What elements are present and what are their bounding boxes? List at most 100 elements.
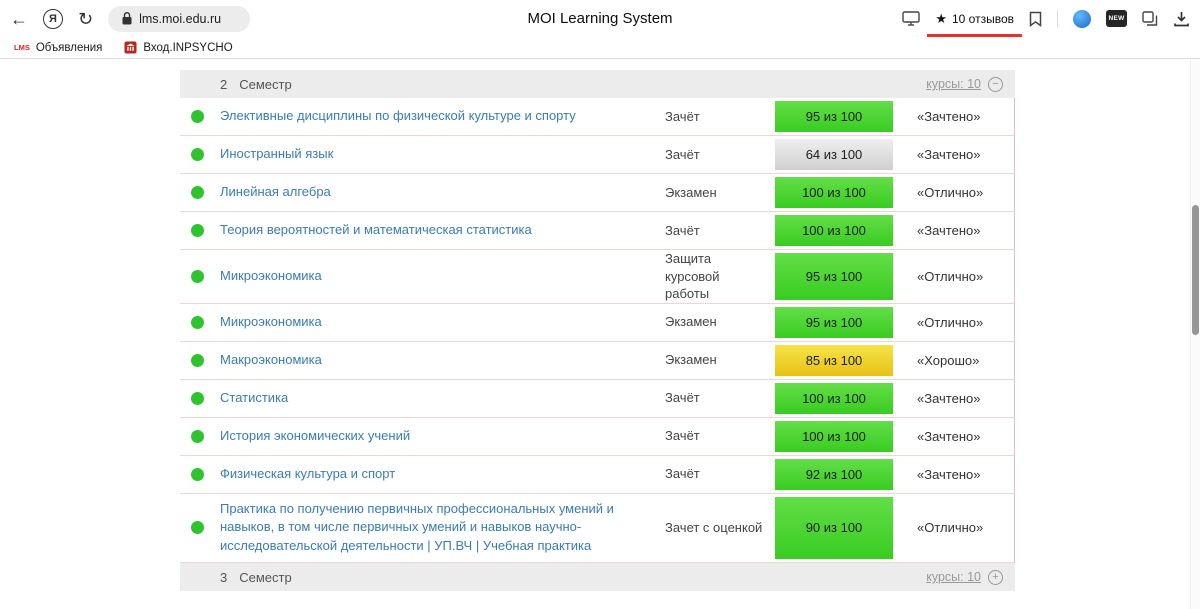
collapse-icon[interactable]: − bbox=[988, 77, 1003, 92]
lms-favicon: LMS bbox=[14, 43, 30, 52]
semester-number: 3 bbox=[220, 570, 227, 585]
grade-text: «Зачтено» bbox=[905, 429, 1014, 444]
status-dot-cell bbox=[180, 110, 220, 123]
reviews-rating[interactable]: ★ 10 отзывов bbox=[935, 11, 1014, 27]
semester-header: 2 Семестр курсы: 10 − bbox=[180, 70, 1015, 98]
table-row: Линейная алгебра Экзамен 100 из 100 «Отл… bbox=[180, 174, 1015, 212]
score-cell: 100 из 100 bbox=[775, 380, 905, 417]
course-link[interactable]: Линейная алгебра bbox=[220, 177, 665, 208]
course-link[interactable]: Макроэкономика bbox=[220, 345, 665, 376]
grade-text: «Отлично» bbox=[905, 315, 1014, 330]
course-link[interactable]: Микроэкономика bbox=[220, 307, 665, 338]
assessment-type: Зачет с оценкой bbox=[665, 519, 775, 537]
course-link[interactable]: Элективные дисциплины по физической куль… bbox=[220, 101, 665, 132]
course-link[interactable]: Микроэкономика bbox=[220, 261, 665, 292]
collections-icon[interactable] bbox=[1142, 11, 1158, 26]
course-link[interactable]: Иностранный язык bbox=[220, 139, 665, 170]
assessment-type: Зачёт bbox=[665, 389, 775, 407]
table-row: Физическая культура и спорт Зачёт 92 из … bbox=[180, 456, 1015, 494]
refresh-icon[interactable]: ↻ bbox=[78, 10, 93, 28]
back-icon[interactable]: ← bbox=[10, 10, 28, 28]
table-row: Практика по получению первичных професси… bbox=[180, 494, 1015, 564]
course-link[interactable]: Практика по получению первичных професси… bbox=[220, 494, 665, 563]
score-badge: 95 из 100 bbox=[775, 101, 893, 132]
table-row: Микроэкономика Защита курсовой работы 95… bbox=[180, 250, 1015, 304]
star-icon: ★ bbox=[935, 11, 947, 27]
table-row: Элективные дисциплины по физической куль… bbox=[180, 98, 1015, 136]
course-link[interactable]: Статистика bbox=[220, 383, 665, 414]
assessment-type: Экзамен bbox=[665, 351, 775, 369]
downloads-icon[interactable] bbox=[1173, 11, 1190, 27]
course-status-icon bbox=[191, 354, 204, 367]
bookmark-icon[interactable] bbox=[1029, 11, 1042, 27]
bookmark-item-announcements[interactable]: LMS Объявления bbox=[14, 42, 102, 54]
status-dot-cell bbox=[180, 316, 220, 329]
semester-number: 2 bbox=[220, 77, 227, 92]
bookmarks-bar: LMS Объявления Вход.INPSYCHO bbox=[0, 37, 1200, 59]
score-cell: 92 из 100 bbox=[775, 456, 905, 493]
bookmark-item-inpsycho[interactable]: Вход.INPSYCHO bbox=[124, 41, 232, 54]
table-row: Теория вероятностей и математическая ста… bbox=[180, 212, 1015, 250]
table-row: Статистика Зачёт 100 из 100 «Зачтено» bbox=[180, 380, 1015, 418]
course-status-icon bbox=[191, 316, 204, 329]
assessment-type: Зачёт bbox=[665, 222, 775, 240]
course-status-icon bbox=[191, 224, 204, 237]
score-cell: 95 из 100 bbox=[775, 304, 905, 341]
score-badge: 100 из 100 bbox=[775, 383, 893, 414]
course-link[interactable]: История экономических учений bbox=[220, 421, 665, 452]
grade-text: «Зачтено» bbox=[905, 147, 1014, 162]
grade-text: «Зачтено» bbox=[905, 467, 1014, 482]
new-extension-icon[interactable]: NEW bbox=[1106, 10, 1127, 27]
course-status-icon bbox=[191, 468, 204, 481]
assessment-type: Зачёт bbox=[665, 108, 775, 126]
grade-text: «Хорошо» bbox=[905, 353, 1014, 368]
grade-text: «Зачтено» bbox=[905, 391, 1014, 406]
table-row: Иностранный язык Зачёт 64 из 100 «Зачтен… bbox=[180, 136, 1015, 174]
status-dot-cell bbox=[180, 354, 220, 367]
address-bar[interactable]: lms.moi.edu.ru bbox=[108, 6, 250, 32]
grade-text: «Зачтено» bbox=[905, 223, 1014, 238]
score-cell: 95 из 100 bbox=[775, 98, 905, 135]
assessment-type: Зачёт bbox=[665, 146, 775, 164]
yandex-browser-icon[interactable]: Я bbox=[43, 9, 63, 29]
status-dot-cell bbox=[180, 430, 220, 443]
table-row: Микроэкономика Экзамен 95 из 100 «Отличн… bbox=[180, 304, 1015, 342]
reviews-label: 10 отзывов bbox=[952, 12, 1014, 26]
courses-count-link[interactable]: курсы: 10 bbox=[926, 570, 981, 584]
semester-label: Семестр bbox=[239, 77, 291, 92]
browser-toolbar: ← Я ↻ lms.moi.edu.ru MOI Learning System… bbox=[0, 0, 1200, 37]
grades-table: 2 Семестр курсы: 10 − Элективные дисципл… bbox=[180, 70, 1015, 591]
score-badge: 95 из 100 bbox=[775, 307, 893, 338]
grades-rows: Элективные дисциплины по физической куль… bbox=[180, 98, 1015, 563]
course-link[interactable]: Физическая культура и спорт bbox=[220, 459, 665, 490]
score-cell: 100 из 100 bbox=[775, 212, 905, 249]
score-cell: 85 из 100 bbox=[775, 342, 905, 379]
courses-count-link[interactable]: курсы: 10 bbox=[926, 77, 981, 91]
score-badge: 100 из 100 bbox=[775, 421, 893, 452]
protect-icon[interactable] bbox=[902, 11, 920, 26]
score-cell: 100 из 100 bbox=[775, 174, 905, 211]
assessment-type: Экзамен bbox=[665, 313, 775, 331]
scrollbar-thumb[interactable] bbox=[1192, 205, 1199, 335]
status-dot-cell bbox=[180, 186, 220, 199]
score-badge: 100 из 100 bbox=[775, 215, 893, 246]
url-text: lms.moi.edu.ru bbox=[139, 12, 221, 26]
grade-text: «Отлично» bbox=[905, 520, 1014, 535]
course-status-icon bbox=[191, 521, 204, 534]
lock-icon bbox=[122, 12, 132, 25]
score-badge: 64 из 100 bbox=[775, 139, 893, 170]
status-dot-cell bbox=[180, 521, 220, 534]
score-cell: 90 из 100 bbox=[775, 494, 905, 563]
globe-extension-icon[interactable] bbox=[1073, 10, 1091, 28]
lms-page: 2 Семестр курсы: 10 − Элективные дисципл… bbox=[0, 70, 1200, 609]
course-link[interactable]: Теория вероятностей и математическая ста… bbox=[220, 215, 665, 246]
toolbar-divider bbox=[1057, 10, 1058, 28]
course-status-icon bbox=[191, 270, 204, 283]
expand-icon[interactable]: + bbox=[988, 570, 1003, 585]
inpsycho-favicon bbox=[124, 41, 137, 54]
grade-text: «Отлично» bbox=[905, 185, 1014, 200]
course-status-icon bbox=[191, 148, 204, 161]
assessment-type: Зачёт bbox=[665, 427, 775, 445]
score-badge: 95 из 100 bbox=[775, 253, 893, 300]
assessment-type: Защита курсовой работы bbox=[665, 250, 775, 303]
